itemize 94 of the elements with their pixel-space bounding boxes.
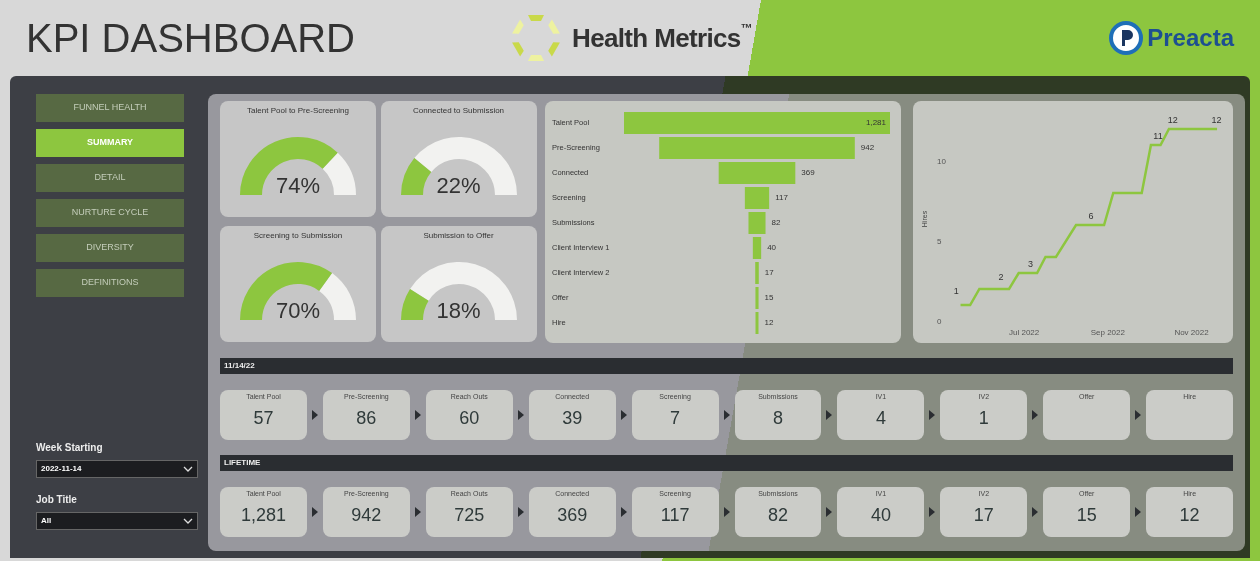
gauge-title: Connected to Submission — [412, 105, 505, 117]
p-logo-icon — [1109, 21, 1144, 55]
stage-value: 1,281 — [240, 503, 286, 526]
gauge-fill — [400, 288, 429, 320]
stage-value: 12 — [1179, 503, 1200, 526]
arrow-icon — [723, 410, 730, 420]
stage-value: 82 — [767, 503, 788, 526]
arrow-icon — [311, 410, 318, 420]
x-tick-label: Sep 2022 — [1090, 328, 1125, 337]
arrow-icon — [826, 410, 833, 420]
arrow-icon — [414, 410, 421, 420]
arrow-icon — [1135, 507, 1142, 517]
arrow-icon — [620, 507, 627, 517]
arrow-icon — [517, 410, 524, 420]
stage-value: 117 — [660, 503, 690, 526]
data-label: 12 — [1167, 115, 1178, 125]
nav-button[interactable]: FUNNEL HEALTH — [36, 94, 184, 122]
funnel-value: 82 — [771, 218, 781, 227]
data-label: 11 — [1153, 131, 1163, 141]
stage-value: 86 — [356, 406, 377, 429]
gauge-value: 70% — [276, 300, 320, 322]
gauge-title: Screening to Submission — [253, 230, 343, 242]
funnel-bar — [744, 187, 770, 209]
funnel-value: 15 — [764, 293, 774, 302]
arrow-icon — [414, 507, 421, 517]
stage-value: 17 — [973, 503, 994, 526]
funnel-bar — [755, 312, 759, 334]
arrow-icon — [1032, 507, 1039, 517]
section-title: 11/14/22 — [224, 360, 255, 372]
arrow-icon — [1135, 410, 1142, 420]
gauge-value: 74% — [276, 175, 320, 197]
funnel-bar — [755, 287, 759, 309]
x-tick-label: Jul 2022 — [1009, 328, 1040, 337]
nav-button[interactable]: DIVERSITY — [36, 234, 184, 262]
y-tick-label: 5 — [937, 237, 942, 246]
section-title: LIFETIME — [224, 457, 261, 469]
stage-value: 369 — [557, 503, 588, 526]
nav-button[interactable]: SUMMARY — [36, 129, 184, 157]
stage-value: 725 — [454, 503, 485, 526]
stage-value: 40 — [870, 503, 891, 526]
funnel-value: 1,281 — [865, 118, 886, 127]
arrow-icon — [723, 507, 730, 517]
funnel-value: 117 — [775, 193, 788, 202]
funnel-value: 40 — [767, 243, 777, 252]
arrow-icon — [826, 507, 833, 517]
data-label: 6 — [1088, 211, 1094, 221]
data-label: 2 — [998, 271, 1004, 282]
gauge-title: Submission to Offer — [423, 230, 494, 242]
y-tick-label: 0 — [937, 317, 942, 326]
funnel-bar — [755, 262, 759, 284]
arrow-icon — [929, 507, 936, 517]
y-tick-label: 10 — [937, 157, 946, 166]
chevron-down-icon — [183, 466, 193, 472]
gauge-track — [322, 152, 356, 195]
nav-button[interactable]: NURTURE CYCLE — [36, 199, 184, 227]
arrow-icon — [620, 410, 627, 420]
filter-label: Week Starting — [36, 441, 104, 455]
stage-value: 8 — [772, 406, 783, 429]
funnel-value: 369 — [801, 168, 815, 177]
stage-value: 942 — [351, 503, 382, 526]
nav-button[interactable]: DEFINITIONS — [36, 269, 184, 297]
data-label: 1 — [953, 286, 959, 297]
dashboard-title: KPI DASHBOARD — [26, 15, 356, 62]
gauge-track — [319, 273, 356, 320]
arrow-icon — [1032, 410, 1039, 420]
gauge-value: 18% — [436, 300, 481, 322]
funnel-value: 12 — [764, 318, 774, 327]
stage-value: 60 — [459, 406, 480, 429]
gauge-value: 22% — [436, 175, 481, 197]
funnel-value: 17 — [764, 268, 774, 277]
funnel-bar — [748, 212, 766, 234]
brand-name: Health Metrics™ — [572, 19, 752, 55]
nav-button[interactable]: DETAIL — [36, 164, 184, 192]
stage-value: 7 — [670, 406, 681, 429]
dropdown-field[interactable]: All — [36, 512, 198, 530]
gauge-title: Talent Pool to Pre-Screening — [247, 105, 349, 117]
arrow-icon — [311, 507, 318, 517]
x-tick-label: Nov 2022 — [1174, 328, 1209, 337]
partner-name: Preacta — [1147, 23, 1234, 53]
funnel-value: 942 — [860, 143, 875, 152]
stage-value: 39 — [562, 406, 583, 429]
stage-value: 15 — [1076, 503, 1097, 526]
stage-value: 4 — [875, 406, 886, 429]
data-label: 12 — [1211, 115, 1222, 125]
chevron-down-icon — [183, 518, 193, 524]
data-label: 3 — [1027, 259, 1033, 269]
funnel-bar — [752, 237, 762, 259]
arrow-icon — [929, 410, 936, 420]
gauge-fill — [400, 158, 431, 195]
stage-value: 57 — [253, 406, 274, 429]
dropdown-field[interactable]: 2022-11-14 — [36, 460, 198, 478]
filter-label: Job Title — [36, 493, 78, 507]
arrow-icon — [517, 507, 524, 517]
stage-value: 1 — [978, 406, 989, 429]
